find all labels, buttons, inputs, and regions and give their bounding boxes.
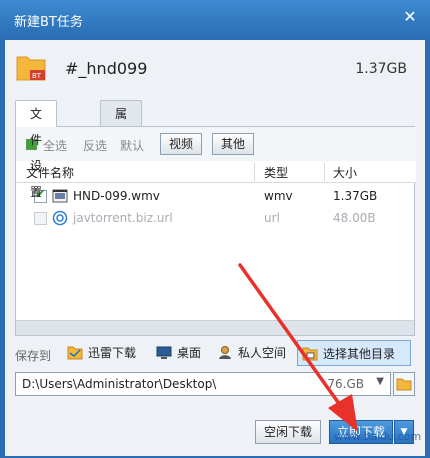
path-row: D:\Users\Administrator\Desktop\ 76.GB ▼ (15, 372, 415, 398)
file-type: url (264, 211, 280, 225)
file-name: javtorrent.biz.url (73, 211, 173, 225)
torrent-size: 1.37GB (355, 61, 407, 77)
dialog-body: BT #_hnd099 1.37GB 文件设置 属性设置 全选 反选 默认 视频… (5, 40, 425, 456)
save-option-label: 私人空间 (238, 346, 287, 360)
save-option-private-space[interactable]: 私人空间 (217, 340, 295, 366)
title-bar[interactable]: 新建BT任务 ✕ (0, 0, 430, 40)
column-divider (324, 163, 325, 181)
save-option-label: 迅雷下载 (88, 346, 137, 360)
browse-folder-button[interactable] (393, 372, 415, 396)
save-option-choose-directory[interactable]: 选择其他目录 (297, 340, 411, 366)
bt-folder-icon: BT (16, 56, 46, 81)
file-name: HND-099.wmv (73, 189, 160, 203)
default-selection-link[interactable]: 默认 (120, 137, 144, 154)
url-file-icon (52, 210, 68, 226)
torrent-name: #_hnd099 (65, 59, 148, 78)
save-location-bar: 保存到 迅雷下载 桌面 私人空间 选择其他目录 (5, 340, 425, 368)
video-file-icon (52, 189, 68, 203)
file-panel: 全选 反选 默认 视频 其他 文件名称 类型 大小 HN (15, 126, 416, 336)
file-type: wmv (264, 189, 293, 203)
other-filter-button[interactable]: 其他 (212, 133, 255, 155)
save-option-label: 选择其他目录 (323, 347, 396, 361)
private-space-icon (219, 346, 231, 359)
tab-file-settings[interactable]: 文件设置 (15, 100, 58, 199)
tab-property-settings[interactable]: 属性设置 (100, 100, 143, 199)
invert-selection-link[interactable]: 反选 (83, 137, 107, 154)
column-divider (254, 163, 255, 181)
table-row[interactable]: HND-099.wmv wmv 1.37GB (16, 185, 416, 207)
close-icon[interactable]: ✕ (400, 7, 420, 27)
folder-browse-icon (302, 347, 318, 361)
file-size: 48.00B (333, 211, 376, 225)
save-option-xunlei[interactable]: 迅雷下载 (67, 340, 145, 366)
select-all-link[interactable]: 全选 (43, 137, 67, 154)
save-option-label: 桌面 (177, 346, 202, 360)
chevron-down-icon[interactable]: ▼ (376, 376, 384, 387)
row-checkbox[interactable] (34, 212, 47, 225)
save-option-desktop[interactable]: 桌面 (156, 340, 206, 366)
save-path-value: D:\Users\Administrator\Desktop\ (22, 377, 217, 391)
folder-icon (67, 346, 83, 360)
column-type[interactable]: 类型 (264, 164, 288, 181)
idle-download-button[interactable]: 空闲下载 (255, 420, 321, 444)
table-header: 文件名称 类型 大小 (16, 161, 416, 183)
watermark: www.baidu.com (334, 430, 422, 443)
dialog-title: 新建BT任务 (14, 15, 83, 30)
svg-text:BT: BT (32, 72, 42, 80)
save-to-label: 保存到 (15, 349, 52, 363)
desktop-icon (156, 346, 172, 359)
filter-bar: 全选 反选 默认 视频 其他 (16, 127, 416, 161)
table-row[interactable]: javtorrent.biz.url url 48.00B (16, 207, 416, 229)
save-path-combobox[interactable]: D:\Users\Administrator\Desktop\ 76.GB ▼ (15, 372, 391, 396)
bt-task-dialog: 新建BT任务 ✕ BT #_hnd099 1.37GB 文件设置 属性设置 全选… (0, 0, 430, 458)
column-size[interactable]: 大小 (333, 164, 357, 181)
file-size: 1.37GB (333, 189, 378, 203)
video-filter-button[interactable]: 视频 (160, 133, 203, 155)
free-space-value: 76.GB (327, 377, 364, 391)
horizontal-scrollbar[interactable] (16, 320, 414, 335)
torrent-header: BT #_hnd099 1.37GB (5, 40, 425, 100)
